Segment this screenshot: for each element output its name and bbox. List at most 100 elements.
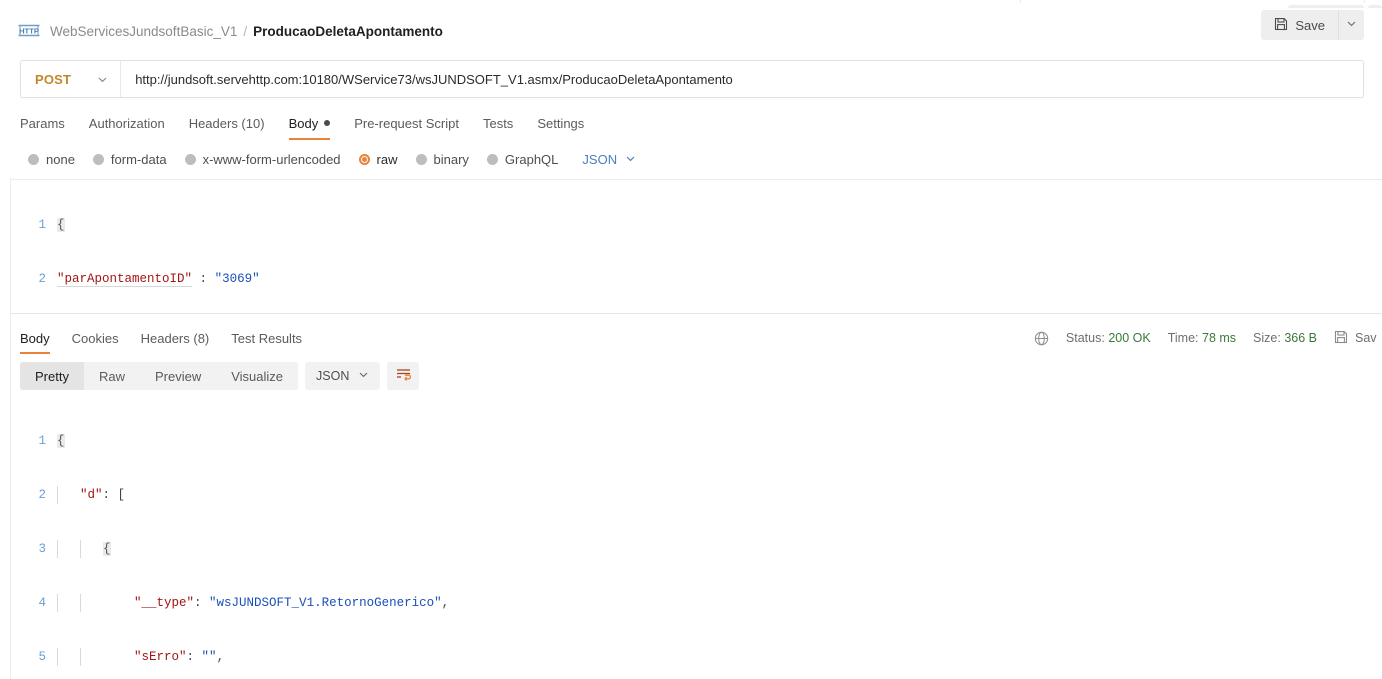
http-method-select[interactable]: POST — [21, 61, 122, 97]
radio-selected-icon — [358, 153, 370, 165]
code-token-comma: , — [216, 650, 225, 664]
radio-icon — [28, 153, 39, 165]
line-number: 3 — [38, 542, 46, 556]
tab-headers[interactable]: Headers (10) — [189, 108, 265, 138]
body-type-label: x-www-form-urlencoded — [202, 151, 341, 167]
http-method-label: POST — [35, 71, 72, 87]
radio-icon — [184, 153, 196, 165]
response-format-select[interactable]: JSON — [305, 362, 381, 390]
response-view-segments: Pretty Raw Preview Visualize — [20, 362, 299, 390]
body-type-raw[interactable]: raw — [358, 151, 398, 167]
status-value: 200 OK — [1108, 331, 1151, 345]
size-value: 366 B — [1284, 331, 1317, 345]
postman-window: HTTP WebServicesJundsoftBasic_V1 / Produ… — [0, 0, 1382, 679]
code-token-value: "" — [201, 650, 217, 664]
chevron-down-icon — [1346, 16, 1357, 34]
radio-icon — [486, 153, 498, 165]
body-language-select[interactable]: JSON — [582, 152, 636, 167]
tab-label: Cookies — [71, 330, 119, 346]
response-view-pretty[interactable]: Pretty — [20, 362, 84, 390]
tab-label: Body — [20, 330, 50, 346]
tab-label: Pre-request Script — [354, 115, 459, 131]
response-tab-body[interactable]: Body — [20, 322, 50, 354]
code-line: 3 { — [11, 540, 1382, 558]
time-label: Time: — [1167, 331, 1199, 345]
body-type-label: raw — [376, 151, 398, 167]
tab-label: Tests — [482, 115, 514, 131]
status-label: Status: — [1065, 331, 1105, 345]
body-type-binary[interactable]: binary — [415, 152, 469, 167]
code-token-colon: : — [102, 488, 111, 502]
save-response-button[interactable]: Sav — [1334, 330, 1382, 347]
code-line: 2 "parApontamentoID" : "3069" — [11, 270, 1382, 288]
code-line: 1 { — [11, 216, 1382, 234]
body-language-label: JSON — [582, 151, 618, 167]
code-token-open-brace: { — [57, 218, 65, 232]
tab-body[interactable]: Body — [288, 108, 331, 140]
word-wrap-icon — [395, 366, 412, 386]
code-token-colon: : — [194, 596, 202, 610]
time-value: 78 ms — [1202, 331, 1237, 345]
breadcrumb-collection[interactable]: WebServicesJundsoftBasic_V1 — [50, 24, 237, 39]
response-view-visualize[interactable]: Visualize — [216, 362, 298, 390]
body-type-x-www-form-urlencoded[interactable]: x-www-form-urlencoded — [184, 151, 341, 167]
size-label: Size: — [1253, 331, 1281, 345]
code-line: 5 "sErro": "", — [11, 648, 1382, 666]
code-token-comma: , — [441, 596, 450, 610]
code-token-key: "sErro" — [134, 650, 187, 664]
response-view-preview[interactable]: Preview — [140, 362, 216, 390]
breadcrumb-separator: / — [243, 23, 248, 39]
line-number: 5 — [38, 650, 46, 664]
code-token-brace: { — [103, 542, 111, 556]
tab-authorization[interactable]: Authorization — [89, 108, 165, 138]
tab-pre-request-script[interactable]: Pre-request Script — [354, 108, 459, 138]
page-title: ProducaoDeletaApontamento — [253, 23, 443, 39]
floppy-disk-icon — [1334, 330, 1348, 347]
response-tab-test-results[interactable]: Test Results — [231, 322, 302, 354]
body-type-form-data[interactable]: form-data — [92, 152, 167, 167]
status-badge: Status: 200 OK — [1066, 331, 1151, 345]
tab-label: Settings — [537, 115, 585, 131]
tab-label: Body — [288, 115, 319, 131]
tab-label: Headers (10) — [188, 115, 265, 131]
chevron-down-icon — [97, 74, 108, 85]
request-body-editor[interactable]: 1 { 2 "parApontamentoID" : "3069" 3 } 4 — [11, 179, 1382, 313]
left-rail-divider — [0, 178, 11, 679]
response-view-toolbar: Pretty Raw Preview Visualize JSON — [11, 362, 420, 390]
response-body-editor[interactable]: 1 { 2 "d": [ 3 { 4 "__type": "wsJUNDSOFT… — [11, 396, 1382, 679]
response-tab-cookies[interactable]: Cookies — [72, 322, 119, 354]
request-header: HTTP WebServicesJundsoftBasic_V1 / Produ… — [0, 8, 1382, 54]
save-button-group: Save — [1261, 10, 1364, 40]
body-type-none[interactable]: none — [28, 152, 75, 167]
save-response-label: Sav — [1355, 331, 1377, 345]
radio-icon — [415, 153, 427, 165]
chevron-down-icon — [625, 152, 636, 167]
save-button[interactable]: Save — [1261, 10, 1338, 40]
code-token-colon: : — [199, 272, 208, 286]
word-wrap-toggle[interactable] — [387, 362, 420, 390]
code-line: 1 { — [11, 432, 1382, 450]
tab-label: Authorization — [88, 115, 165, 131]
response-view-raw[interactable]: Raw — [84, 362, 140, 390]
tab-settings[interactable]: Settings — [537, 108, 584, 138]
code-token-value: "wsJUNDSOFT_V1.RetornoGenerico" — [209, 596, 442, 610]
line-number: 1 — [38, 434, 46, 448]
tab-label: Test Results — [231, 330, 303, 346]
tab-label: Params — [20, 115, 65, 131]
tab-params[interactable]: Params — [20, 108, 65, 138]
save-options-button[interactable] — [1338, 10, 1364, 40]
body-type-graphql[interactable]: GraphQL — [486, 152, 558, 167]
line-number: 2 — [38, 488, 46, 502]
globe-icon — [1034, 331, 1049, 346]
line-number: 2 — [38, 272, 46, 286]
response-tab-headers[interactable]: Headers (8) — [141, 322, 210, 354]
body-type-row: none form-data x-www-form-urlencoded raw… — [0, 146, 1382, 172]
tab-tests[interactable]: Tests — [483, 108, 513, 138]
line-number: 1 — [38, 218, 46, 232]
response-divider — [11, 313, 1382, 314]
url-input[interactable] — [121, 61, 1363, 97]
tab-strip-edge — [1020, 0, 1365, 3]
code-token-value: "3069" — [214, 272, 260, 286]
floppy-disk-icon — [1274, 17, 1288, 34]
code-token-key: "__type" — [134, 596, 195, 610]
